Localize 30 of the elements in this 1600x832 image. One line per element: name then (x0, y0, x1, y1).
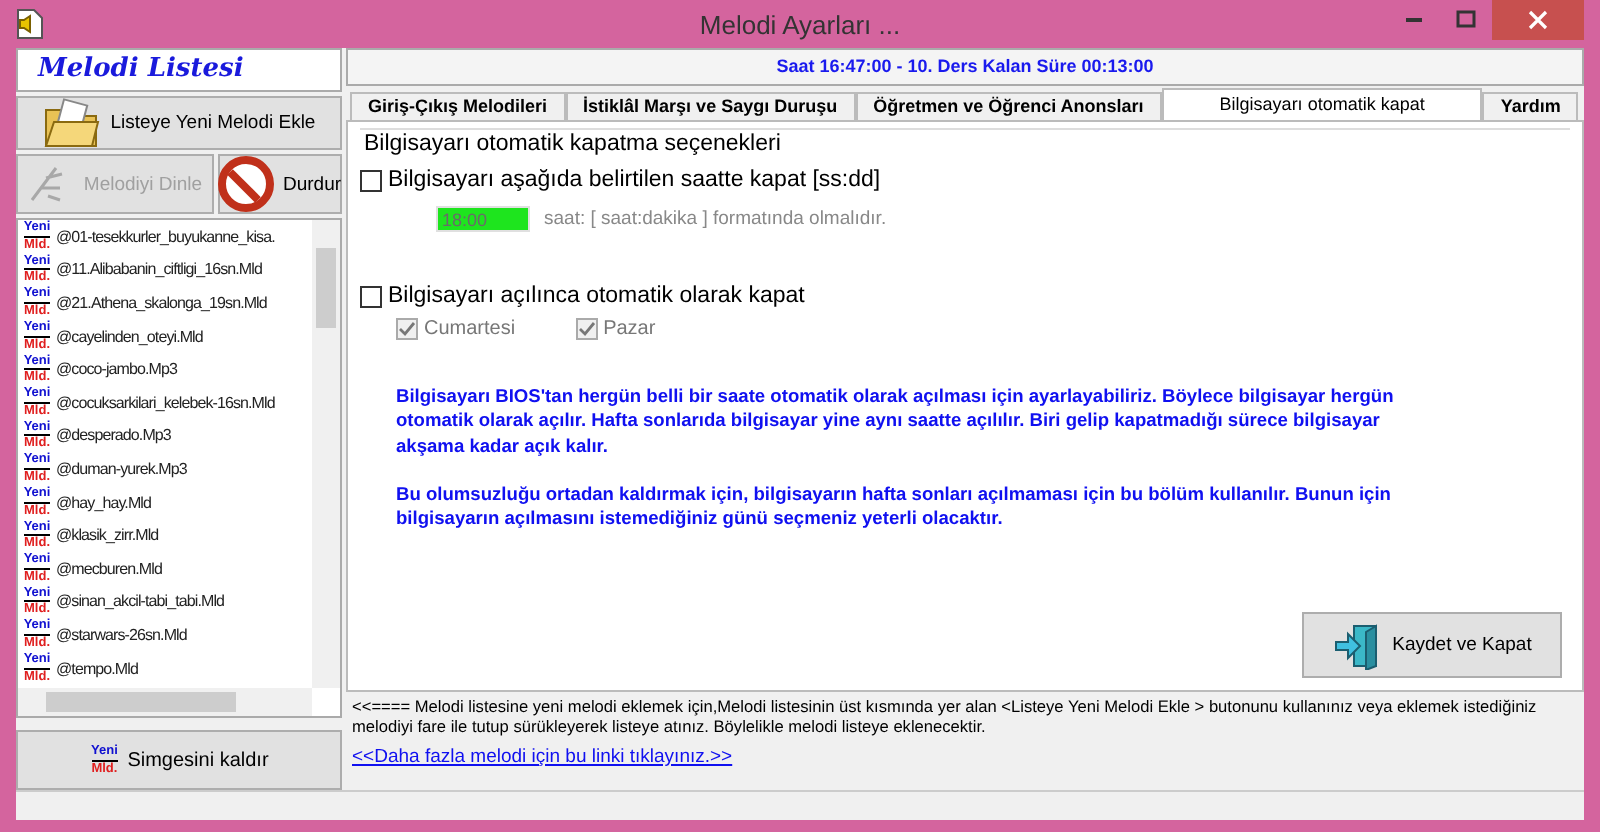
prohibition-icon (218, 156, 275, 212)
checkmark-icon (398, 320, 416, 338)
info-paragraph: Bu olumsuzluğu ortadan kaldırmak için, bilgisayarın hafta sonları açılmaması için bu bölüm kullanılır. Bunun için bilgisayarın açılmasını istemediğiniz günü seçmeniz yeterli olacaktır. (396, 481, 1393, 531)
document-speaker-icon (16, 8, 44, 40)
checkbox[interactable]: Bilgisayarı açılınca otomatik olarak kapat (360, 284, 1570, 308)
group-title: Bilgisayarı otomatik kapatma seçenekleri (362, 132, 783, 156)
help-note: <<==== Melodi listesine yeni melodi eklemek için,Melodi listesinin üst kısmında yer alan <Listeye Yeni Melodi Ekle > butonunu kullanınız veya eklemek istediğiniz melodiyi fare ile tutup sürükleyerek listeye atınız. Böylelikle melodi listeye eklenecektir. (352, 696, 1539, 736)
list-title: Melodi Listesi (16, 48, 342, 92)
add-melody-button[interactable]: Listeye Yeni Melodi Ekle (16, 96, 342, 150)
vertical-scrollbar[interactable] (312, 220, 340, 688)
close-button[interactable] (1492, 0, 1584, 40)
minimize-icon (1406, 18, 1422, 22)
checkbox[interactable]: Bilgisayarı aşağıda belirtilen saatte kapat [ss:dd] (360, 168, 1570, 192)
tab[interactable]: Giriş-Çıkış Melodileri (350, 92, 566, 120)
close-icon (1528, 10, 1548, 30)
stop-button[interactable]: Durdur (218, 154, 342, 214)
tab[interactable]: Öğretmen ve Öğrenci Anonsları (855, 92, 1162, 120)
tab[interactable]: Bilgisayarı otomatik kapat (1161, 88, 1483, 120)
checkmark-icon (577, 320, 596, 338)
tab[interactable]: İstiklâl Marşı ve Saygı Duruşu (565, 92, 856, 120)
more-melodies-link[interactable]: <<Daha fazla melodi için bu linki tıklayınız.>> (352, 746, 733, 768)
maximize-icon (1456, 10, 1476, 30)
folder-icon (42, 97, 103, 149)
save-close-button[interactable]: Kaydet ve Kapat (1302, 612, 1562, 678)
tab[interactable]: Yardım (1482, 92, 1579, 120)
format-hint: saat: [ saat:dakika ] formatında olmalıdır. (544, 208, 887, 230)
info-paragraph: Bilgisayarı BIOS'tan hergün belli bir saate otomatik olarak açılması için ayarlayabiliriz. Böylece bilgisayar hergün otomatik olarak açılır. Hafta sonlarıda bilgisayar yine aynı saatte açılılır. Biri gelip kapatmadığı sürece bilgisayar akşama kadar açık kalır. (396, 384, 1396, 458)
status-bar: Saat 16:47:00 - 10. Ders Kalan Süre 00:13:00 (346, 48, 1584, 86)
window-title: Melodi Ayarları ... (697, 9, 903, 39)
horizontal-scrollbar[interactable] (18, 688, 312, 716)
